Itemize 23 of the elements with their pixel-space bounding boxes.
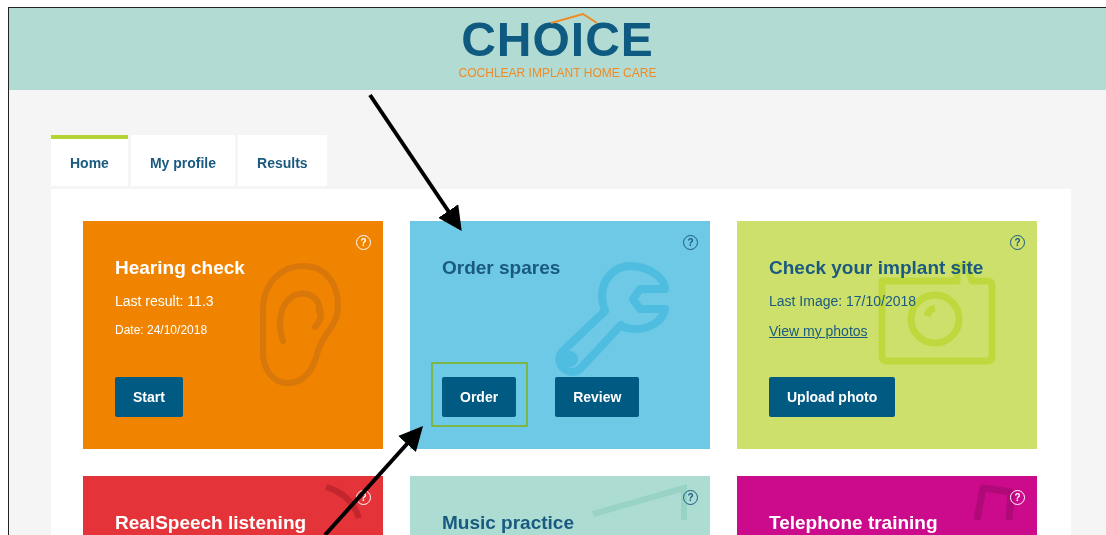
card-title: Telephone training [769, 512, 938, 534]
card-button[interactable]: Review [555, 377, 640, 417]
logo-tagline: COCHLEAR IMPLANT HOME CARE [458, 66, 657, 80]
card-title: Hearing check [115, 257, 245, 279]
phone-icon [973, 484, 1017, 520]
photos-link[interactable]: View my photos [769, 323, 868, 339]
card-button[interactable]: Upload photo [769, 377, 896, 417]
tab[interactable]: Results [238, 135, 327, 186]
info-text: Last Image: 17/10/2018 [769, 293, 917, 309]
card-button[interactable]: Order [442, 377, 517, 417]
card-title: Order spares [442, 257, 561, 279]
info-text: Last result: 11.3 [115, 293, 214, 309]
tab[interactable]: My profile [130, 135, 236, 186]
card-title: Music practice [442, 512, 574, 534]
card-title: Check your implant site [769, 257, 984, 279]
curve-icon [323, 484, 363, 520]
tab[interactable]: Home [51, 135, 128, 186]
sheet-icon [590, 484, 690, 520]
signal-line-icon [548, 12, 599, 24]
logo-wordmark: CHOICE [461, 18, 654, 62]
date-text: Date: 24/10/2018 [115, 323, 208, 337]
card-title: RealSpeech listening [115, 512, 307, 534]
card-button[interactable]: Start [115, 377, 183, 417]
